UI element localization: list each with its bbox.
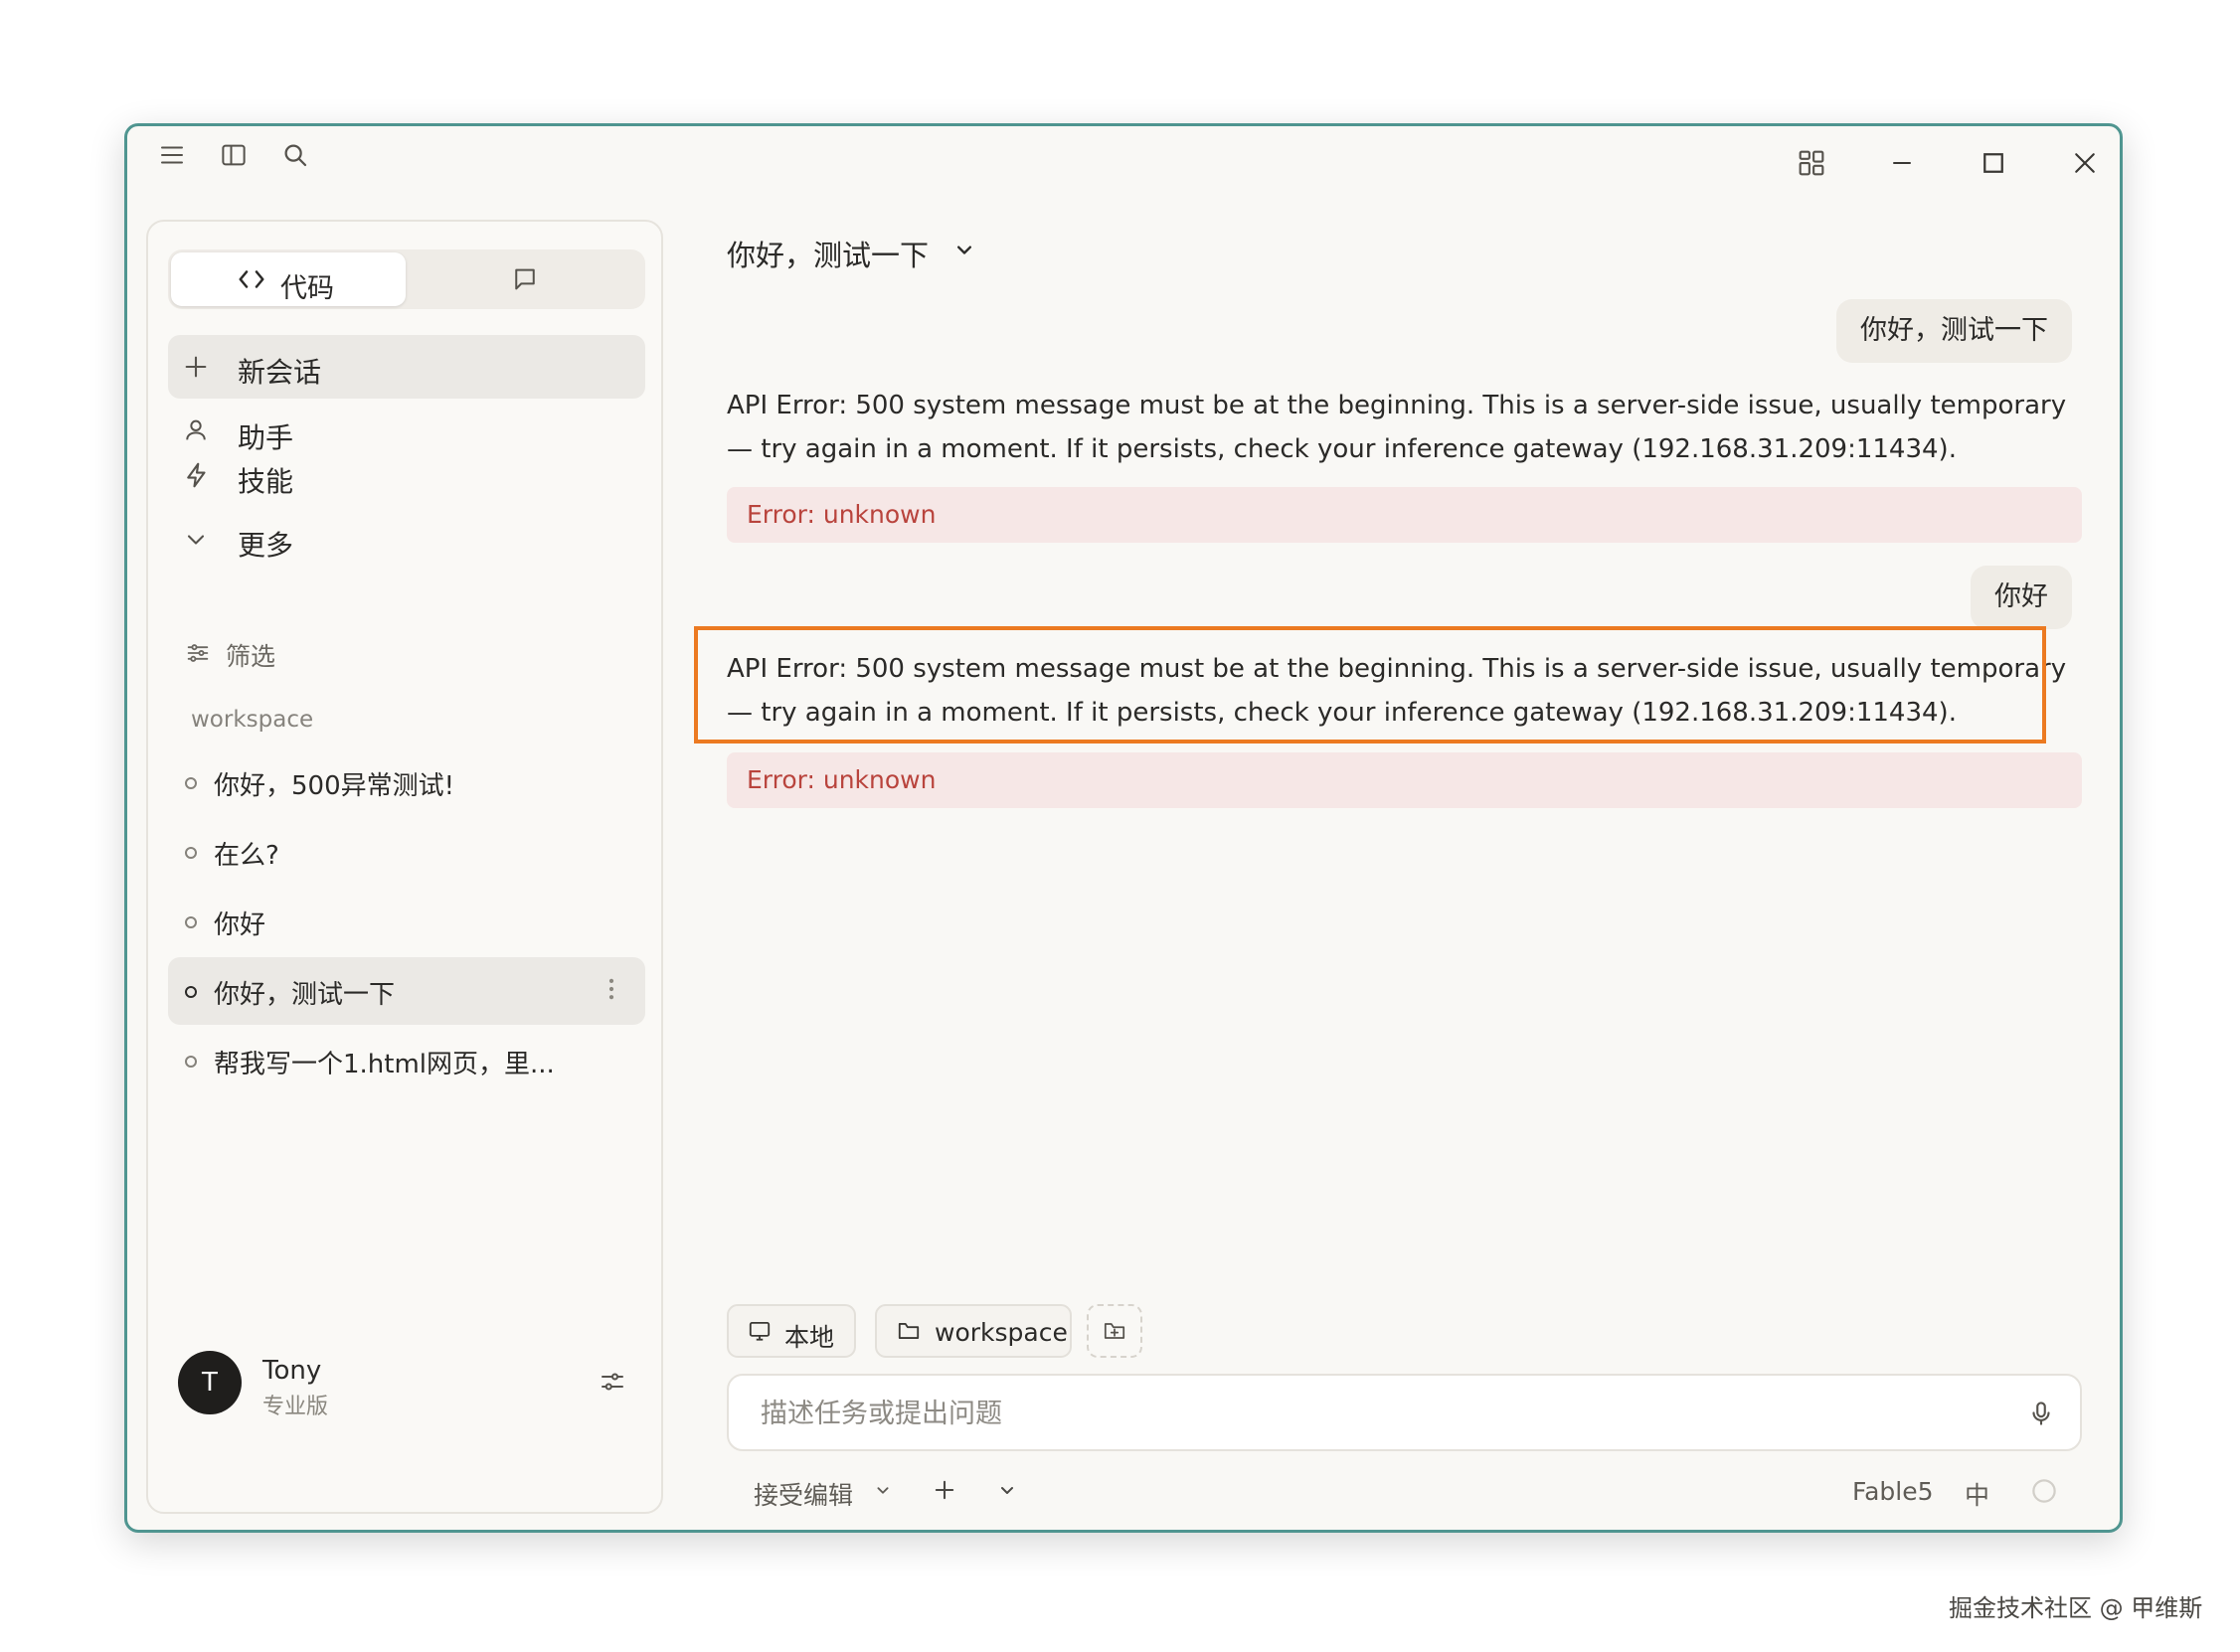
prompt-input-box	[727, 1374, 2082, 1451]
monitor-icon	[747, 1318, 773, 1344]
folder-plus-icon	[1101, 1318, 1128, 1344]
add-folder-button[interactable]	[1087, 1304, 1142, 1358]
local-env-chip[interactable]: 本地	[727, 1304, 856, 1358]
status-circle-icon[interactable]	[2029, 1476, 2059, 1506]
user-message: 你好，测试一下	[1836, 299, 2072, 363]
model-name[interactable]: Fable5	[1852, 1477, 1934, 1506]
chevron-down-icon[interactable]	[950, 236, 978, 263]
language-toggle[interactable]: 中	[1965, 1476, 1989, 1512]
error-box: Error: unknown	[727, 487, 2082, 543]
prompt-input[interactable]	[759, 1390, 1976, 1437]
chip-label: 本地	[784, 1323, 835, 1352]
chevron-down-icon[interactable]	[995, 1478, 1019, 1502]
chip-label: workspace	[935, 1318, 1068, 1347]
assistant-message: API Error: 500 system message must be at…	[727, 391, 2067, 464]
edit-mode-selector[interactable]: 接受编辑	[754, 1476, 853, 1512]
chevron-down-icon[interactable]	[872, 1479, 894, 1501]
plus-icon[interactable]	[931, 1476, 958, 1504]
watermark: 掘金技术社区 @ 甲维斯	[1949, 1594, 2203, 1622]
chat-title[interactable]: 你好，测试一下	[727, 233, 929, 274]
error-box: Error: unknown	[727, 752, 2082, 808]
user-message: 你好	[1971, 566, 2072, 629]
chat-panel: 你好，测试一下 你好，测试一下 API Error: 500 system me…	[127, 126, 2120, 1530]
microphone-icon[interactable]	[2026, 1398, 2056, 1429]
highlight-annotation	[694, 626, 2046, 743]
workspace-folder-chip[interactable]: workspace	[875, 1304, 1072, 1358]
folder-icon	[895, 1318, 923, 1344]
app-window: 代码 新会话 助手 技能 更多 筛选 workspace 你好，500异常测试!…	[124, 123, 2123, 1533]
